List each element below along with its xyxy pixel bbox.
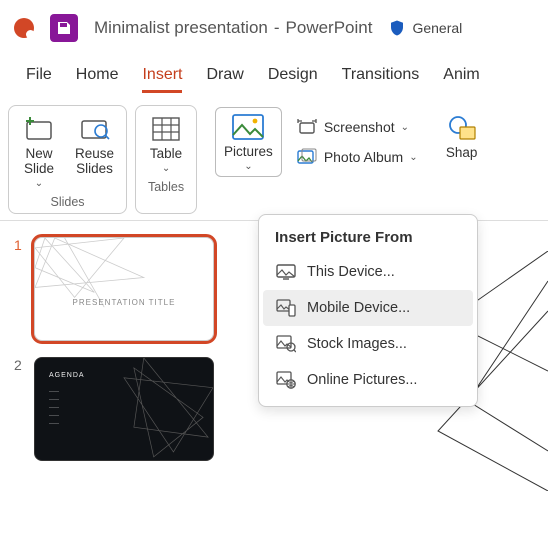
new-slide-icon <box>23 116 55 142</box>
slide-1-art <box>35 238 213 341</box>
slide-2-items: —— —— —— —— —— <box>49 388 59 428</box>
group-slides: New Slide ⌄ Reuse Slides Slides <box>8 105 127 214</box>
photo-album-button[interactable]: Photo Album ⌄ <box>296 147 418 167</box>
dropdown-title: Insert Picture From <box>263 225 473 254</box>
tab-transitions[interactable]: Transitions <box>342 66 420 93</box>
group-tables-label: Tables <box>148 180 184 194</box>
window-title: Minimalist presentation - PowerPoint <box>94 18 372 38</box>
tab-home[interactable]: Home <box>76 66 119 93</box>
group-shapes: Shap <box>436 105 492 214</box>
reuse-slides-icon <box>79 116 111 142</box>
dd-mobile-device-label: Mobile Device... <box>307 300 410 316</box>
table-button[interactable]: Table ⌄ <box>146 112 186 176</box>
dd-stock-images-label: Stock Images... <box>307 336 407 352</box>
slide-1-title: PRESENTATION TITLE <box>35 298 213 307</box>
tab-insert[interactable]: Insert <box>142 66 182 93</box>
ribbon: New Slide ⌄ Reuse Slides Slides Table ⌄ … <box>0 99 548 221</box>
chevron-down-icon: ⌄ <box>401 122 409 133</box>
chevron-down-icon: ⌄ <box>409 152 417 163</box>
dd-mobile-device[interactable]: Mobile Device... <box>263 290 473 326</box>
shapes-button[interactable]: Shap <box>442 111 482 162</box>
powerpoint-app-icon <box>14 18 34 38</box>
chevron-down-icon: ⌄ <box>162 163 170 174</box>
mobile-picture-icon <box>276 299 296 317</box>
reuse-slides-button[interactable]: Reuse Slides <box>73 112 116 178</box>
pictures-icon <box>231 113 265 141</box>
shapes-icon <box>446 115 478 141</box>
photo-album-label: Photo Album <box>324 149 403 165</box>
slide-2-title: AGENDA <box>49 372 85 379</box>
chevron-down-icon: ⌄ <box>244 161 252 172</box>
photo-album-icon <box>297 148 317 166</box>
monitor-picture-icon <box>276 263 296 281</box>
slide-number-2: 2 <box>14 357 24 373</box>
slide-number-1: 1 <box>14 237 24 253</box>
save-button[interactable] <box>50 14 78 42</box>
online-pictures-icon <box>276 371 296 389</box>
tab-animations[interactable]: Anim <box>443 66 479 93</box>
app-name: PowerPoint <box>286 18 373 38</box>
group-slides-label: Slides <box>50 195 84 209</box>
insert-picture-dropdown: Insert Picture From This Device... Mobil… <box>258 214 478 407</box>
tab-draw[interactable]: Draw <box>206 66 243 93</box>
new-slide-button[interactable]: New Slide ⌄ <box>19 112 59 191</box>
dd-stock-images[interactable]: Stock Images... <box>263 326 473 362</box>
shield-icon <box>388 19 406 37</box>
screenshot-label: Screenshot <box>324 119 395 135</box>
group-tables: Table ⌄ Tables <box>135 105 197 214</box>
tab-file[interactable]: File <box>26 66 52 93</box>
sensitivity-text: General <box>412 20 462 36</box>
ribbon-tabs: File Home Insert Draw Design Transitions… <box>0 52 548 99</box>
title-separator: - <box>274 18 280 38</box>
chevron-down-icon: ⌄ <box>35 178 43 189</box>
slide-thumb-1[interactable]: PRESENTATION TITLE <box>34 237 214 341</box>
save-icon <box>56 20 72 36</box>
screenshot-icon <box>297 118 317 136</box>
dd-online-pictures-label: Online Pictures... <box>307 372 417 388</box>
pictures-button[interactable]: Pictures ⌄ <box>215 107 282 177</box>
table-label: Table <box>150 146 182 161</box>
title-bar: Minimalist presentation - PowerPoint Gen… <box>0 0 548 52</box>
table-icon <box>151 116 181 142</box>
reuse-slides-label: Reuse Slides <box>75 146 114 176</box>
group-images: Pictures ⌄ Screenshot ⌄ Photo Album ⌄ <box>205 105 428 214</box>
document-name: Minimalist presentation <box>94 18 268 38</box>
shapes-label: Shap <box>446 145 478 160</box>
tab-design[interactable]: Design <box>268 66 318 93</box>
slide-thumb-2[interactable]: AGENDA —— —— —— —— —— <box>34 357 214 461</box>
sensitivity-label[interactable]: General <box>388 19 462 37</box>
stock-images-icon <box>276 335 296 353</box>
screenshot-button[interactable]: Screenshot ⌄ <box>296 117 418 137</box>
dd-this-device[interactable]: This Device... <box>263 254 473 290</box>
dd-this-device-label: This Device... <box>307 264 395 280</box>
new-slide-label: New Slide <box>24 146 54 176</box>
pictures-label: Pictures <box>224 144 273 159</box>
slide-thumbnails-pane: 1 PRESENTATION TITLE 2 AGENDA —— —— —— —… <box>0 221 230 538</box>
dd-online-pictures[interactable]: Online Pictures... <box>263 362 473 398</box>
